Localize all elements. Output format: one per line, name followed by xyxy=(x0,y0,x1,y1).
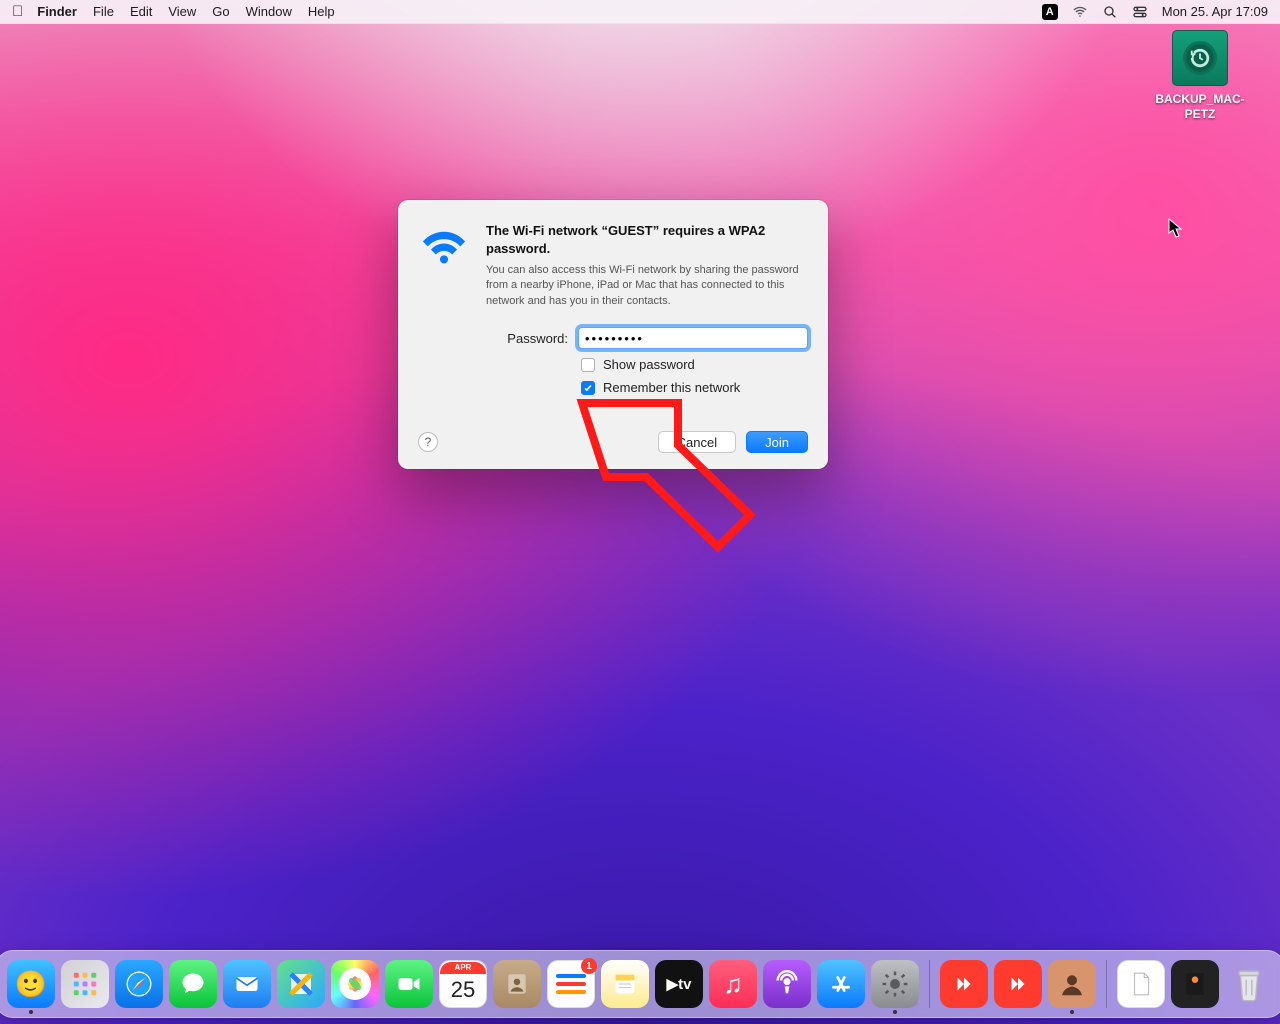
dock-podcasts[interactable] xyxy=(763,960,811,1008)
password-label: Password: xyxy=(418,331,568,346)
menu-window[interactable]: Window xyxy=(246,4,292,19)
dock: 🙂 APR 25 xyxy=(0,950,1280,1018)
desktop-drive-backup[interactable]: BACKUP_MAC-PETZ xyxy=(1152,30,1248,122)
dock-system-preferences[interactable] xyxy=(871,960,919,1008)
remember-network-label: Remember this network xyxy=(603,380,740,395)
dock-reminders[interactable]: 1 xyxy=(547,960,595,1008)
dock-launchpad[interactable] xyxy=(61,960,109,1008)
menu-help[interactable]: Help xyxy=(308,4,335,19)
desktop:  Finder File Edit View Go Window Help A… xyxy=(0,0,1280,1024)
dock-maps[interactable] xyxy=(277,960,325,1008)
dialog-title: The Wi-Fi network “GUEST” requires a WPA… xyxy=(486,222,808,257)
menubar:  Finder File Edit View Go Window Help A… xyxy=(0,0,1280,24)
help-button[interactable]: ? xyxy=(418,432,438,452)
remember-network-row[interactable]: Remember this network xyxy=(581,380,808,395)
menubar-clock[interactable]: Mon 25. Apr 17:09 xyxy=(1162,4,1268,19)
cancel-button[interactable]: Cancel xyxy=(658,431,736,453)
show-password-row[interactable]: Show password xyxy=(581,357,808,372)
mouse-cursor-icon xyxy=(1168,218,1184,238)
menu-file[interactable]: File xyxy=(93,4,114,19)
menu-view[interactable]: View xyxy=(168,4,196,19)
dock-extra-anydesk-2[interactable] xyxy=(994,960,1042,1008)
menu-edit[interactable]: Edit xyxy=(130,4,152,19)
dock-messages[interactable] xyxy=(169,960,217,1008)
dock-file-dark[interactable] xyxy=(1171,960,1219,1008)
dock-appstore[interactable] xyxy=(817,960,865,1008)
dock-separator xyxy=(929,960,930,1008)
dock-mail[interactable] xyxy=(223,960,271,1008)
dock-facetime[interactable] xyxy=(385,960,433,1008)
app-menu[interactable]: Finder xyxy=(37,4,77,19)
apple-menu-icon[interactable]:  xyxy=(12,3,23,20)
show-password-checkbox[interactable] xyxy=(581,358,595,372)
desktop-drive-label: BACKUP_MAC-PETZ xyxy=(1152,92,1248,122)
spotlight-icon[interactable] xyxy=(1102,4,1118,20)
dock-music[interactable]: ♫ xyxy=(709,960,757,1008)
dock-separator-2 xyxy=(1106,960,1107,1008)
dock-calendar[interactable]: APR 25 xyxy=(439,960,487,1008)
wifi-icon xyxy=(418,222,470,274)
dock-finder[interactable]: 🙂 xyxy=(7,960,55,1008)
menu-go[interactable]: Go xyxy=(212,4,229,19)
dock-notes[interactable] xyxy=(601,960,649,1008)
dock-safari[interactable] xyxy=(115,960,163,1008)
control-center-icon[interactable] xyxy=(1132,4,1148,20)
dock-photos[interactable] xyxy=(331,960,379,1008)
calendar-day: 25 xyxy=(451,974,475,1006)
join-button[interactable]: Join xyxy=(746,431,808,453)
input-source-icon[interactable]: A xyxy=(1042,4,1058,20)
wifi-status-icon[interactable] xyxy=(1072,4,1088,20)
time-machine-drive-icon xyxy=(1172,30,1228,86)
dock-trash[interactable] xyxy=(1225,960,1273,1008)
remember-network-checkbox[interactable] xyxy=(581,381,595,395)
reminders-badge: 1 xyxy=(581,958,597,974)
password-input[interactable] xyxy=(578,327,808,349)
show-password-label: Show password xyxy=(603,357,695,372)
dock-contacts[interactable] xyxy=(493,960,541,1008)
dock-tv[interactable]: ▶tv xyxy=(655,960,703,1008)
dock-extra-photo-booth[interactable] xyxy=(1048,960,1096,1008)
wifi-password-dialog: The Wi-Fi network “GUEST” requires a WPA… xyxy=(398,200,828,469)
dock-file-document[interactable] xyxy=(1117,960,1165,1008)
dialog-description: You can also access this Wi-Fi network b… xyxy=(486,263,808,309)
dock-extra-anydesk-1[interactable] xyxy=(940,960,988,1008)
calendar-month: APR xyxy=(440,962,486,974)
